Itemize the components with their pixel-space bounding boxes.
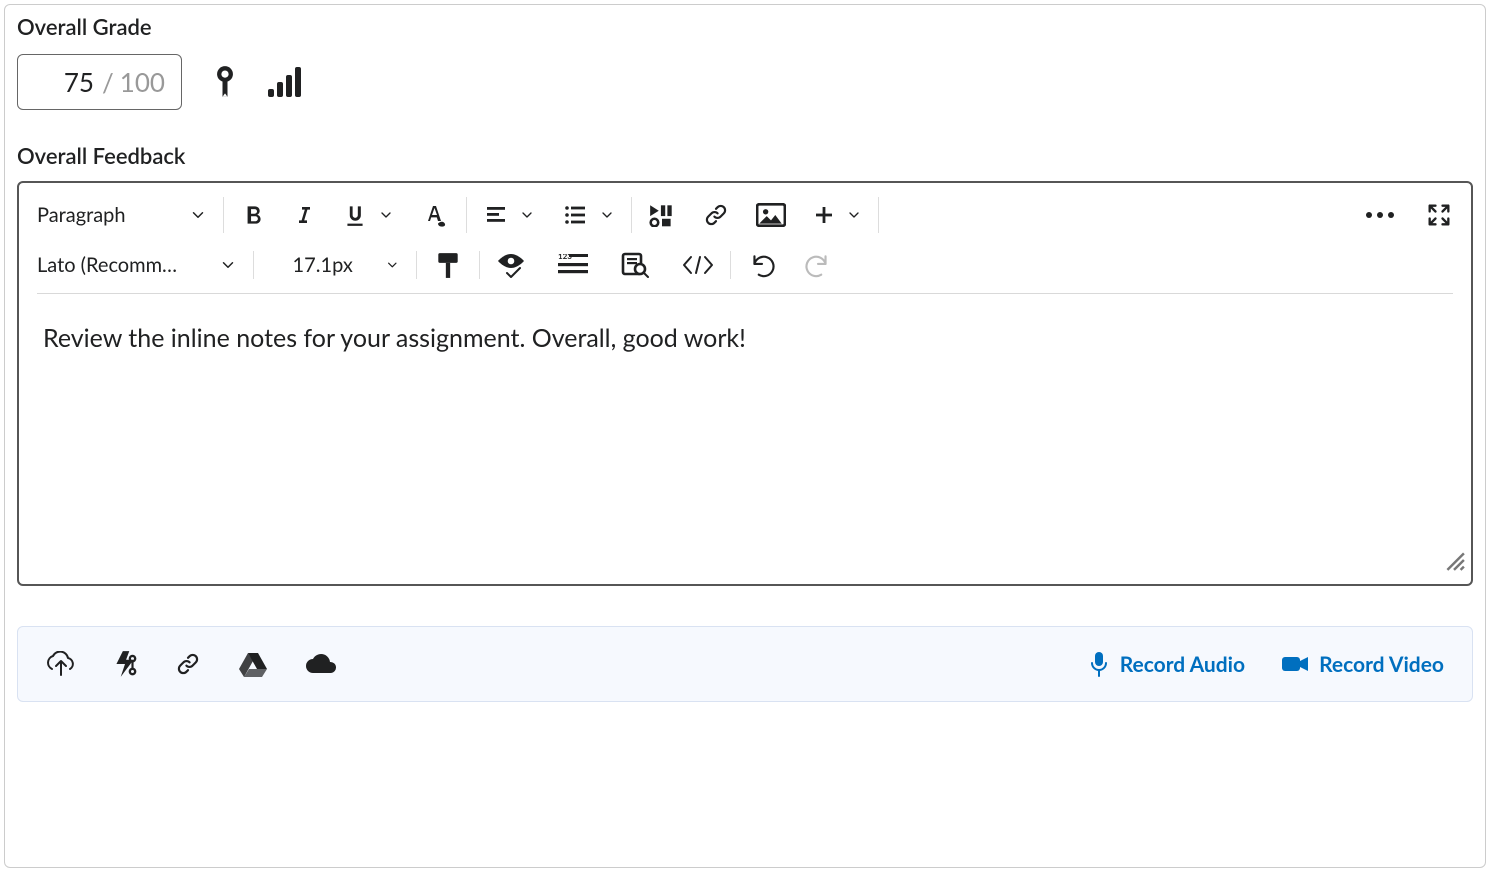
link-attachment-icon[interactable] [174, 651, 202, 677]
overall-grade-label: Overall Grade [17, 13, 1473, 40]
overall-feedback-label: Overall Feedback [17, 142, 1473, 169]
grade-separator: / [96, 66, 120, 98]
list-button[interactable] [561, 203, 615, 227]
chevron-down-icon [519, 207, 535, 223]
attachment-bar: Record Audio Record Video [17, 626, 1473, 702]
word-count-button[interactable]: 123 [558, 254, 588, 276]
fullscreen-button[interactable] [1425, 201, 1453, 229]
record-video-button[interactable]: Record Video [1281, 652, 1444, 677]
feedback-content-area[interactable]: Review the inline notes for your assignm… [19, 294, 1471, 584]
chevron-down-icon [385, 256, 400, 274]
chevron-down-icon [599, 207, 615, 223]
insert-more-button[interactable] [812, 203, 862, 227]
undo-button[interactable] [747, 251, 777, 279]
align-button[interactable] [483, 203, 535, 227]
preview-button[interactable] [620, 252, 650, 278]
chevron-down-icon [846, 207, 862, 223]
record-audio-label: Record Audio [1120, 652, 1245, 677]
editor-toolbar-row-1: Paragraph [19, 183, 1471, 247]
grade-input-box[interactable]: / 100 [17, 54, 182, 110]
grade-max: 100 [120, 66, 165, 98]
resize-handle-icon[interactable] [1443, 544, 1465, 580]
italic-button[interactable] [292, 203, 316, 227]
insert-stuff-button[interactable] [648, 203, 676, 227]
insert-image-button[interactable] [756, 203, 786, 227]
chevron-down-icon [189, 206, 207, 224]
quicklink-icon[interactable] [112, 649, 138, 679]
grading-panel: Overall Grade / 100 Overall Feedback Par… [4, 4, 1486, 868]
font-color-button[interactable] [420, 202, 450, 228]
google-drive-icon[interactable] [238, 651, 268, 677]
upload-file-icon[interactable] [46, 651, 76, 677]
more-actions-button[interactable] [1363, 209, 1397, 221]
grade-value-input[interactable] [26, 65, 96, 99]
onedrive-icon[interactable] [304, 653, 338, 675]
format-painter-button[interactable] [433, 251, 463, 279]
insert-link-button[interactable] [702, 202, 730, 228]
svg-text:123: 123 [558, 254, 572, 261]
editor-toolbar-row-2: Lato (Recomm… 17.1px 123 [19, 247, 1471, 293]
underline-button[interactable] [342, 202, 394, 228]
html-source-button[interactable] [682, 254, 714, 276]
award-icon[interactable] [214, 65, 236, 99]
rich-text-editor: Paragraph [17, 181, 1473, 586]
font-size-select[interactable]: 17.1px [270, 253, 400, 277]
overall-grade-row: / 100 [17, 54, 1473, 110]
paragraph-format-select[interactable]: Paragraph [37, 203, 207, 227]
record-video-label: Record Video [1319, 652, 1444, 677]
record-audio-button[interactable]: Record Audio [1088, 651, 1245, 677]
feedback-text: Review the inline notes for your assignm… [43, 323, 746, 353]
chevron-down-icon [219, 256, 237, 274]
chevron-down-icon [378, 207, 394, 223]
redo-button[interactable] [803, 251, 833, 279]
bar-chart-icon[interactable] [268, 67, 302, 97]
font-family-select[interactable]: Lato (Recomm… [37, 253, 237, 277]
accessibility-check-button[interactable] [496, 252, 526, 278]
bold-button[interactable] [240, 202, 266, 228]
